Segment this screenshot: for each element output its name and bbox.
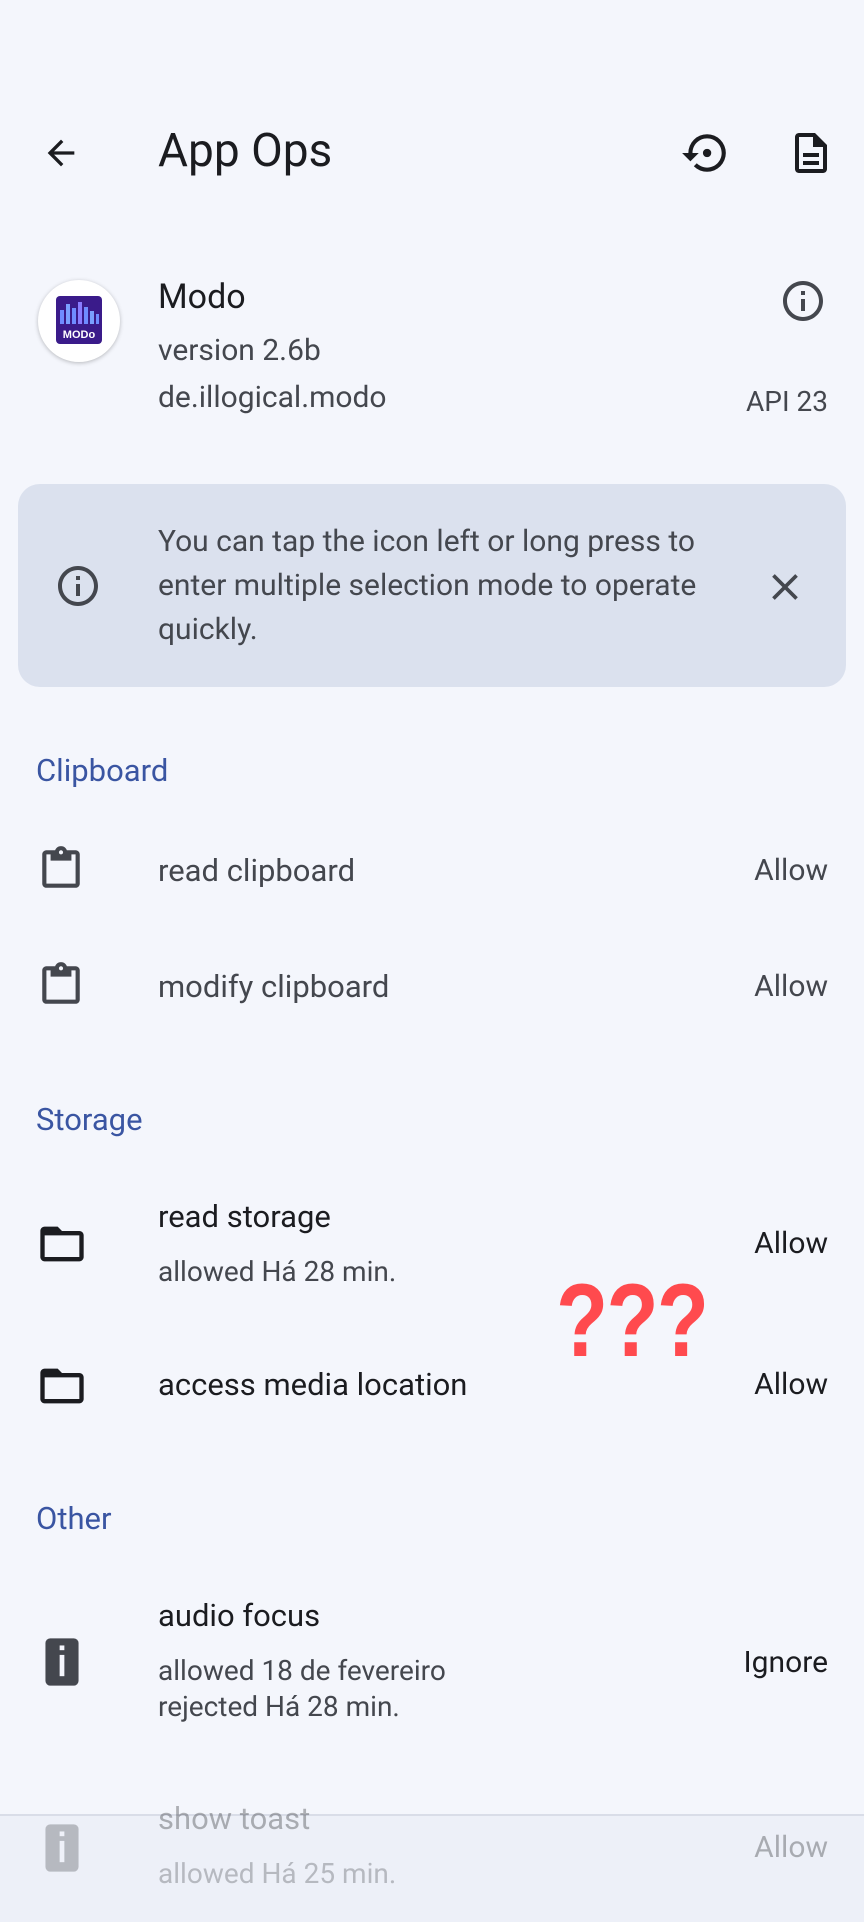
modo-logo-icon: MODo [56,296,102,344]
app-info-button[interactable] [772,270,834,332]
history-icon [682,134,726,172]
hint-text: You can tap the icon left or long press … [158,524,697,647]
op-last-access: allowed Há 28 min. [158,1255,397,1288]
close-icon [772,574,798,600]
bottom-fade-overlay [0,1814,864,1922]
section-header-storage: Storage [36,1101,143,1138]
app-package: de.illogical.modo [158,380,387,415]
device-info-icon [38,1820,86,1876]
clipboard-icon [34,842,88,896]
op-mode[interactable]: Allow [754,1367,828,1402]
dismiss-hint-button[interactable] [758,560,812,614]
hint-info-icon [52,560,104,612]
reset-history-button[interactable] [672,120,738,186]
app-icon[interactable]: MODo [38,280,120,362]
op-label: modify clipboard [158,968,390,1005]
question-marks-annotation: ??? [556,1263,709,1379]
arrow-left-icon [47,139,75,167]
op-label: audio focus [158,1597,321,1634]
folder-icon [34,1218,90,1270]
op-last-allowed: allowed 18 de fevereiro [158,1654,446,1687]
app-name: Modo [158,277,246,317]
svg-text:MODo: MODo [63,329,96,341]
op-last-rejected: rejected Há 28 min. [158,1690,400,1723]
section-header-other: Other [36,1500,112,1537]
device-info-icon [38,1634,86,1690]
op-last-access: allowed Há 25 min. [158,1857,397,1890]
op-mode[interactable]: Ignore [744,1645,828,1680]
back-button[interactable] [30,122,92,184]
section-header-clipboard: Clipboard [36,752,169,789]
folder-icon [34,1360,90,1412]
api-level: API 23 [746,385,828,418]
op-mode[interactable]: Allow [754,969,828,1004]
op-mode[interactable]: Allow [754,853,828,888]
op-mode[interactable]: Allow [754,1226,828,1261]
op-label: show toast [158,1800,311,1837]
page-title: App Ops [158,124,333,178]
log-button[interactable] [778,120,844,186]
op-mode[interactable]: Allow [754,1830,828,1865]
app-version: version 2.6b [158,333,321,368]
clipboard-icon [34,958,88,1012]
info-icon [783,281,823,321]
op-label: access media location [158,1366,468,1403]
document-icon [795,133,827,173]
op-label: read storage [158,1198,331,1235]
op-label: read clipboard [158,852,356,889]
